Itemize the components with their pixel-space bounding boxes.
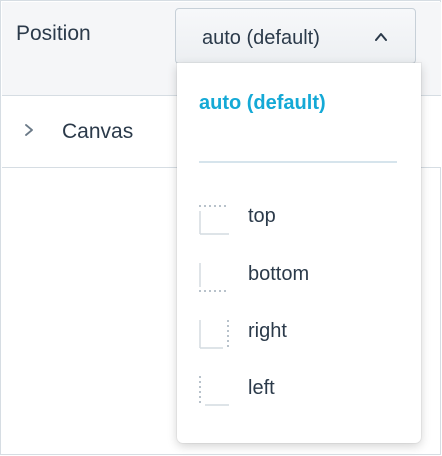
canvas-section-label: Canvas [62,120,134,143]
position-select[interactable]: auto (default) [175,8,416,64]
option-left-label: left [248,377,275,399]
divider [199,161,397,163]
chevron-up-icon [375,33,387,41]
position-dropdown-menu: auto (default) top bottom right left [177,63,421,443]
option-right-label: right [248,320,287,342]
position-label: Position [16,22,91,45]
option-right[interactable]: right [197,318,397,352]
option-top-label: top [248,205,276,227]
properties-panel: Position auto (default) Canvas auto (def… [0,0,441,455]
align-right-icon [199,320,229,349]
option-auto-default[interactable]: auto (default) [199,92,326,115]
option-bottom-label: bottom [248,263,310,285]
chevron-right-icon [25,124,33,136]
position-select-value: auto (default) [202,27,320,49]
option-bottom[interactable]: bottom [197,261,397,295]
align-bottom-icon [199,263,229,292]
align-left-icon [199,376,229,406]
option-left[interactable]: left [197,375,397,409]
align-top-icon [199,205,229,235]
option-top[interactable]: top [197,203,397,237]
